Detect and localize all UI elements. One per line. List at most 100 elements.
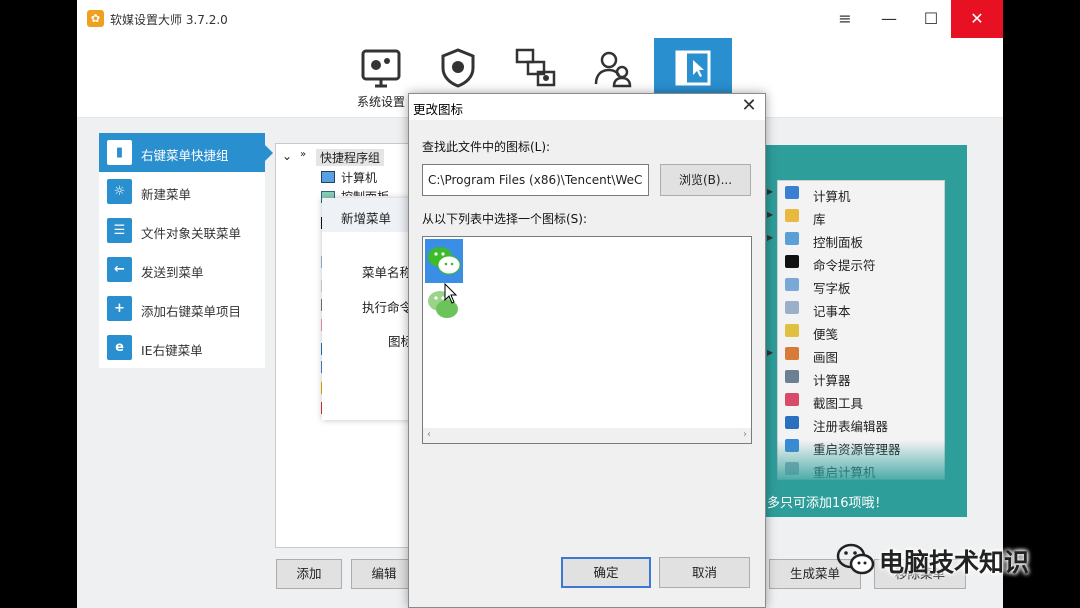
context-menu-icon	[675, 50, 711, 86]
tree-expander-icon[interactable]: ⌄	[282, 149, 292, 163]
dialog-titlebar: 更改图标 ✕	[409, 94, 765, 120]
maximize-button[interactable]: ☐	[909, 0, 953, 38]
active-pointer-arrow	[265, 145, 273, 161]
new-menu-icon: ☼	[107, 179, 132, 204]
preview-menu-item[interactable]: 计算机	[777, 181, 945, 204]
browse-button[interactable]: 浏览(B)...	[660, 164, 751, 196]
sidebar-item-ie-menu[interactable]: e IE右键菜单	[99, 328, 265, 367]
preview-fade	[777, 440, 967, 485]
menu-item-icon	[785, 186, 799, 199]
watermark-text: 电脑技术知识	[879, 548, 1030, 577]
preview-menu-item[interactable]: 控制面板	[777, 227, 945, 250]
menu-item-label: 控制面板	[813, 235, 864, 250]
field-label-command: 执行命令	[362, 300, 413, 315]
icon-list[interactable]: ‹ ›	[422, 236, 752, 444]
menu-item-icon	[785, 393, 799, 406]
menu-item-label: 计算器	[813, 373, 851, 388]
app-logo-icon: ✿	[87, 10, 104, 27]
ok-button[interactable]: 确定	[561, 557, 651, 588]
preview-menu-item[interactable]: 便笺	[777, 319, 945, 342]
preview-menu-item[interactable]: 记事本	[777, 296, 945, 319]
sidebar-item-label: 文件对象关联菜单	[141, 226, 242, 241]
menu-item-label: 库	[813, 212, 826, 227]
system-settings-icon	[361, 49, 401, 88]
quick-group-icon: ▮	[107, 140, 132, 165]
preview-menu-item[interactable]: 计算器	[777, 365, 945, 388]
app-title: 软媒设置大师 3.7.2.0	[110, 13, 228, 27]
minimize-button[interactable]: —	[867, 0, 911, 38]
menu-item-label: 记事本	[813, 304, 851, 319]
menu-item-label: 计算机	[813, 189, 851, 204]
menu-item-label: 截图工具	[813, 396, 864, 411]
dialog-title: 更改图标	[413, 102, 464, 117]
change-icon-dialog: 更改图标 ✕ 查找此文件中的图标(L): C:\Program Files (x…	[408, 93, 766, 608]
menu-item-icon	[785, 255, 799, 268]
submenu-arrow-icon: ▶	[767, 210, 774, 219]
menu-item-icon	[785, 347, 799, 360]
scroll-left-icon[interactable]: ‹	[427, 429, 431, 440]
menu-item-label: 便笺	[813, 327, 839, 342]
preview-menu-item[interactable]: 注册表编辑器	[777, 411, 945, 434]
sidebar-item-label: 添加右键菜单项目	[141, 304, 242, 319]
title-bar: ✿ 软媒设置大师 3.7.2.0 ≡ — ☐ ✕	[77, 0, 1003, 38]
wechat-icon	[428, 247, 461, 275]
security-shield-icon	[441, 48, 475, 88]
icon-file-path-input[interactable]: C:\Program Files (x86)\Tencent\WeC	[422, 164, 649, 196]
network-devices-icon	[515, 48, 556, 87]
menu-item-icon	[785, 232, 799, 245]
icon-option-1[interactable]	[425, 239, 463, 283]
sidebar-item-file-assoc[interactable]: ☰ 文件对象关联菜单	[99, 211, 265, 250]
sidebar-item-new-menu[interactable]: ☼ 新建菜单	[99, 172, 265, 211]
menu-item-label: 注册表编辑器	[813, 419, 889, 434]
users-icon	[594, 51, 632, 88]
scroll-right-icon[interactable]: ›	[743, 429, 747, 440]
send-to-icon: ←	[107, 257, 132, 282]
sidebar-item-send-to[interactable]: ← 发送到菜单	[99, 250, 265, 289]
submenu-arrow-icon: ▶	[767, 187, 774, 196]
menu-item-icon	[785, 301, 799, 314]
field-label-name: 菜单名称	[362, 265, 413, 280]
preview-menu-item[interactable]: 命令提示符	[777, 250, 945, 273]
close-button[interactable]: ✕	[951, 0, 1003, 38]
limit-note: 多只可添加16项哦！	[767, 496, 888, 511]
sidebar-item-label: 发送到菜单	[141, 265, 204, 280]
preview-menu-items: 计算机 ▶ 库 ▶ 控制面板 ▶ 命令提示符写字板记事本便笺画图 ▶ 计算器截图工具注册表编辑器…	[767, 181, 945, 481]
add-button[interactable]: 添加	[276, 559, 342, 589]
plus-icon: +	[107, 296, 132, 321]
menu-item-icon	[785, 416, 799, 429]
sidebar: ▮ 右键菜单快捷组 ☼ 新建菜单 ☰ 文件对象关联菜单 ← 发送到菜单 + 添加…	[99, 133, 265, 368]
watermark: 电脑技术知识	[835, 537, 1050, 581]
sidebar-item-label: 右键菜单快捷组	[141, 148, 229, 163]
preview-menu-item[interactable]: 库	[777, 204, 945, 227]
preview-menu-item[interactable]: 写字板	[777, 273, 945, 296]
list-icon: ☰	[107, 218, 132, 243]
submenu-arrow-icon: ▶	[767, 233, 774, 242]
menu-item-icon	[785, 370, 799, 383]
sidebar-item-quick-group[interactable]: ▮ 右键菜单快捷组	[99, 133, 265, 172]
mouse-cursor-icon	[444, 283, 458, 304]
find-icons-label: 查找此文件中的图标(L):	[422, 140, 551, 154]
submenu-arrow-icon: ▶	[767, 348, 774, 357]
menu-item-icon	[785, 209, 799, 222]
ie-icon: e	[107, 335, 132, 360]
menu-item-icon	[785, 278, 799, 291]
new-menu-title: 新增菜单	[341, 211, 392, 226]
computer-icon	[321, 171, 335, 183]
sidebar-item-add-item[interactable]: + 添加右键菜单项目	[99, 289, 265, 328]
menu-item-label: 写字板	[813, 281, 851, 296]
horizontal-scrollbar[interactable]: ‹ ›	[423, 428, 751, 443]
menu-item-label: 画图	[813, 350, 839, 365]
sidebar-item-label: IE右键菜单	[141, 343, 203, 358]
preview-menu-item[interactable]: 截图工具	[777, 388, 945, 411]
dialog-close-button[interactable]: ✕	[739, 95, 759, 116]
menu-button[interactable]: ≡	[823, 0, 867, 38]
menu-item-label: 命令提示符	[813, 258, 876, 273]
preview-menu-item[interactable]: 画图	[777, 342, 945, 365]
sidebar-item-label: 新建菜单	[141, 187, 192, 202]
icon-list-label: 从以下列表中选择一个图标(S):	[422, 212, 588, 226]
cancel-button[interactable]: 取消	[659, 557, 750, 588]
tree-item[interactable]: 控制面板	[341, 188, 389, 196]
wechat-watermark-icon	[836, 543, 875, 575]
tree-item[interactable]: 计算机	[341, 169, 377, 186]
tree-root[interactable]: 快捷程序组	[316, 149, 385, 166]
